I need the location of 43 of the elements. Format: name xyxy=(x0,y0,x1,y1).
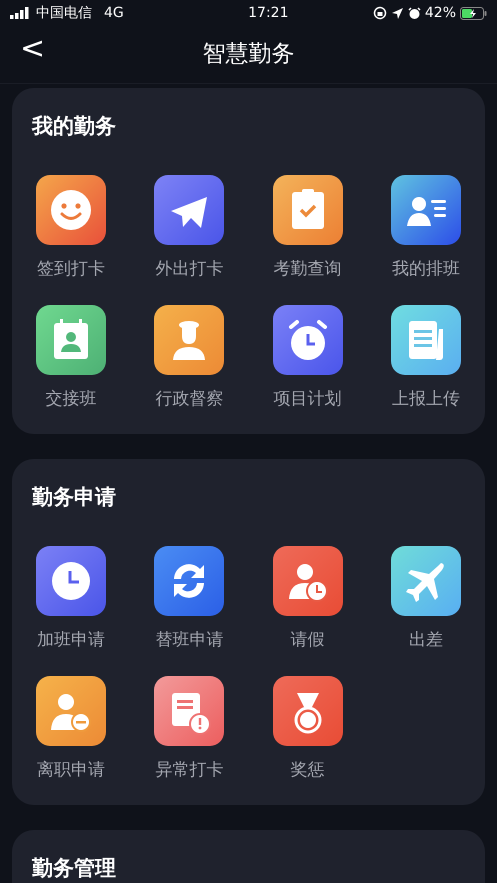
feature-button[interactable]: 离职申请 xyxy=(12,676,130,784)
medal-icon xyxy=(272,676,343,746)
feature-button[interactable]: 行政督察 xyxy=(130,304,248,412)
feature-button[interactable]: 考勤查询 xyxy=(248,175,367,283)
feature-button[interactable]: 请假 xyxy=(248,546,367,654)
smiley-icon xyxy=(36,175,106,246)
location-arrow-icon xyxy=(390,6,404,20)
document-alert-icon xyxy=(154,676,224,746)
network-type: 4G xyxy=(104,4,124,22)
back-button[interactable]: < xyxy=(14,34,52,64)
feature-button[interactable]: 奖惩 xyxy=(248,676,367,784)
alarm-icon xyxy=(408,6,421,20)
feature-button[interactable]: 替班申请 xyxy=(130,546,248,654)
feature-button[interactable]: 外出打卡 xyxy=(130,175,248,283)
carrier-name: 中国电信 xyxy=(36,4,92,22)
clipboard-check-icon xyxy=(272,175,343,246)
paper-plane-icon xyxy=(154,175,224,246)
officer-icon xyxy=(154,304,224,375)
section-title: 勤务管理 xyxy=(32,856,117,882)
feature-button[interactable]: 出差 xyxy=(366,546,485,654)
feature-button[interactable]: 上报上传 xyxy=(366,304,485,412)
clock-time: 17:21 xyxy=(248,4,288,22)
page-title: 智慧勤务 xyxy=(202,40,294,68)
battery-percent: 42% xyxy=(424,4,456,22)
airplane-icon xyxy=(390,546,461,616)
newspaper-icon xyxy=(390,304,461,375)
section-title: 勤务申请 xyxy=(32,485,117,510)
feature-button[interactable]: 签到打卡 xyxy=(12,175,130,283)
refresh-icon xyxy=(154,546,224,616)
section-title: 我的勤务 xyxy=(32,114,117,140)
contact-card-icon xyxy=(390,175,461,246)
calendar-person-icon xyxy=(36,304,106,375)
feature-button[interactable]: 交接班 xyxy=(12,304,130,412)
clock-icon xyxy=(36,546,106,616)
rotation-lock-icon xyxy=(372,6,387,20)
alarm-clock-icon xyxy=(272,304,343,375)
feature-button[interactable]: 异常打卡 xyxy=(130,676,248,784)
feature-button[interactable]: 我的排班 xyxy=(366,175,485,283)
battery-icon xyxy=(460,6,487,20)
feature-button[interactable]: 项目计划 xyxy=(248,304,367,412)
person-minus-icon xyxy=(36,676,106,746)
feature-button[interactable]: 加班申请 xyxy=(12,546,130,654)
person-clock-icon xyxy=(272,546,343,616)
